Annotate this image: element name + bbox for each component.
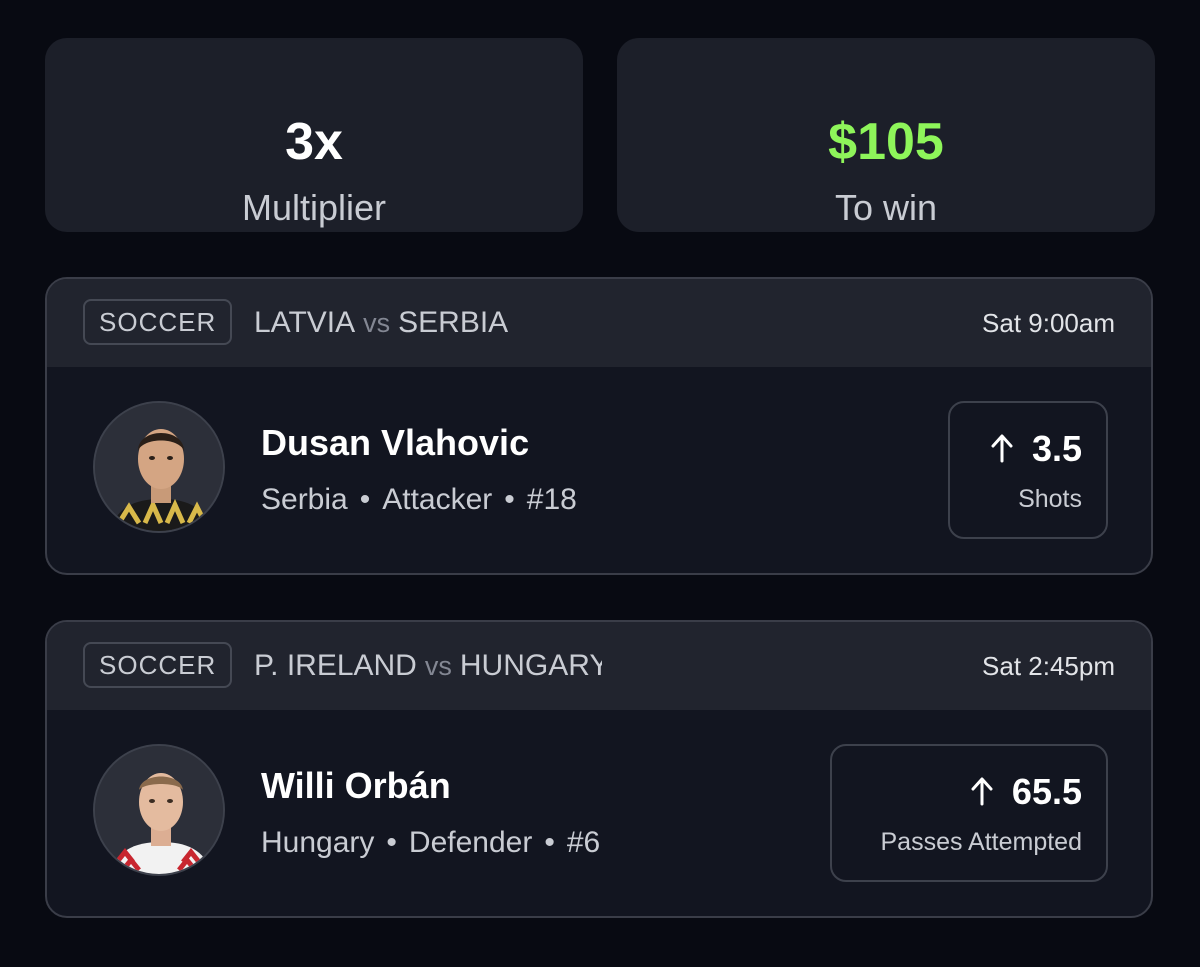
payout-label: To win	[834, 187, 938, 228]
game-time: Sat 2:45pm	[982, 651, 1115, 681]
player-team: Hungary	[261, 826, 375, 859]
sport-badge: SOCCER	[83, 299, 233, 345]
team-b: HUNGARY	[459, 649, 602, 682]
matchup: P. IRELAND vs HUNGARY	[254, 648, 602, 684]
pick-card[interactable]: SOCCER LATVIA vs SERBIA Sat 9:00am Dusan V…	[45, 277, 1153, 575]
pick-card-header: SOCCER LATVIA vs SERBIA Sat 9:00am	[47, 279, 1151, 367]
multiplier-tile: 3x Multiplier	[45, 38, 583, 232]
team-b: SERBIA	[398, 306, 509, 339]
player-name: Willi Orbán	[261, 765, 451, 806]
player-position: Attacker	[382, 483, 493, 516]
prop-stat-name: Shots	[1018, 485, 1082, 513]
prop-line-value: 3.5	[1031, 428, 1082, 469]
player-meta: Hungary • Defender • #6	[261, 826, 601, 859]
player-number: #18	[526, 483, 577, 516]
payout-tile: $105 To win	[617, 38, 1155, 232]
pick-card-header: SOCCER P. IRELAND vs HUNGARY Sat 2:45pm	[47, 622, 1151, 710]
player-avatar	[93, 401, 225, 533]
player-name: Dusan Vlahovic	[261, 422, 530, 463]
player-number: #6	[566, 826, 601, 859]
payout-value: $105	[828, 113, 944, 171]
team-a: LATVIA	[254, 306, 356, 339]
matchup: LATVIA vs SERBIA	[254, 305, 614, 341]
player-position: Defender	[408, 826, 533, 859]
prop-stat-name: Passes Attempted	[880, 828, 1082, 856]
pick-card[interactable]: SOCCER P. IRELAND vs HUNGARY Sat 2:45pm Wi…	[45, 620, 1153, 918]
up-arrow-icon	[990, 433, 1014, 469]
multiplier-label: Multiplier	[241, 187, 387, 228]
player-team: Serbia	[261, 483, 348, 516]
up-arrow-icon	[970, 776, 994, 812]
prop-line-value: 65.5	[1011, 771, 1082, 812]
multiplier-value: 3x	[285, 113, 343, 171]
vs-label: vs	[363, 308, 391, 338]
vs-label: vs	[424, 651, 452, 681]
sport-badge: SOCCER	[83, 642, 233, 688]
player-meta: Serbia • Attacker • #18	[261, 483, 577, 516]
prop-line-button[interactable]: 65.5 Passes Attempted	[830, 744, 1108, 882]
prop-line-button[interactable]: 3.5 Shots	[948, 401, 1108, 539]
game-time: Sat 9:00am	[982, 308, 1115, 338]
team-a: P. IRELAND	[254, 649, 417, 682]
player-avatar	[93, 744, 225, 876]
